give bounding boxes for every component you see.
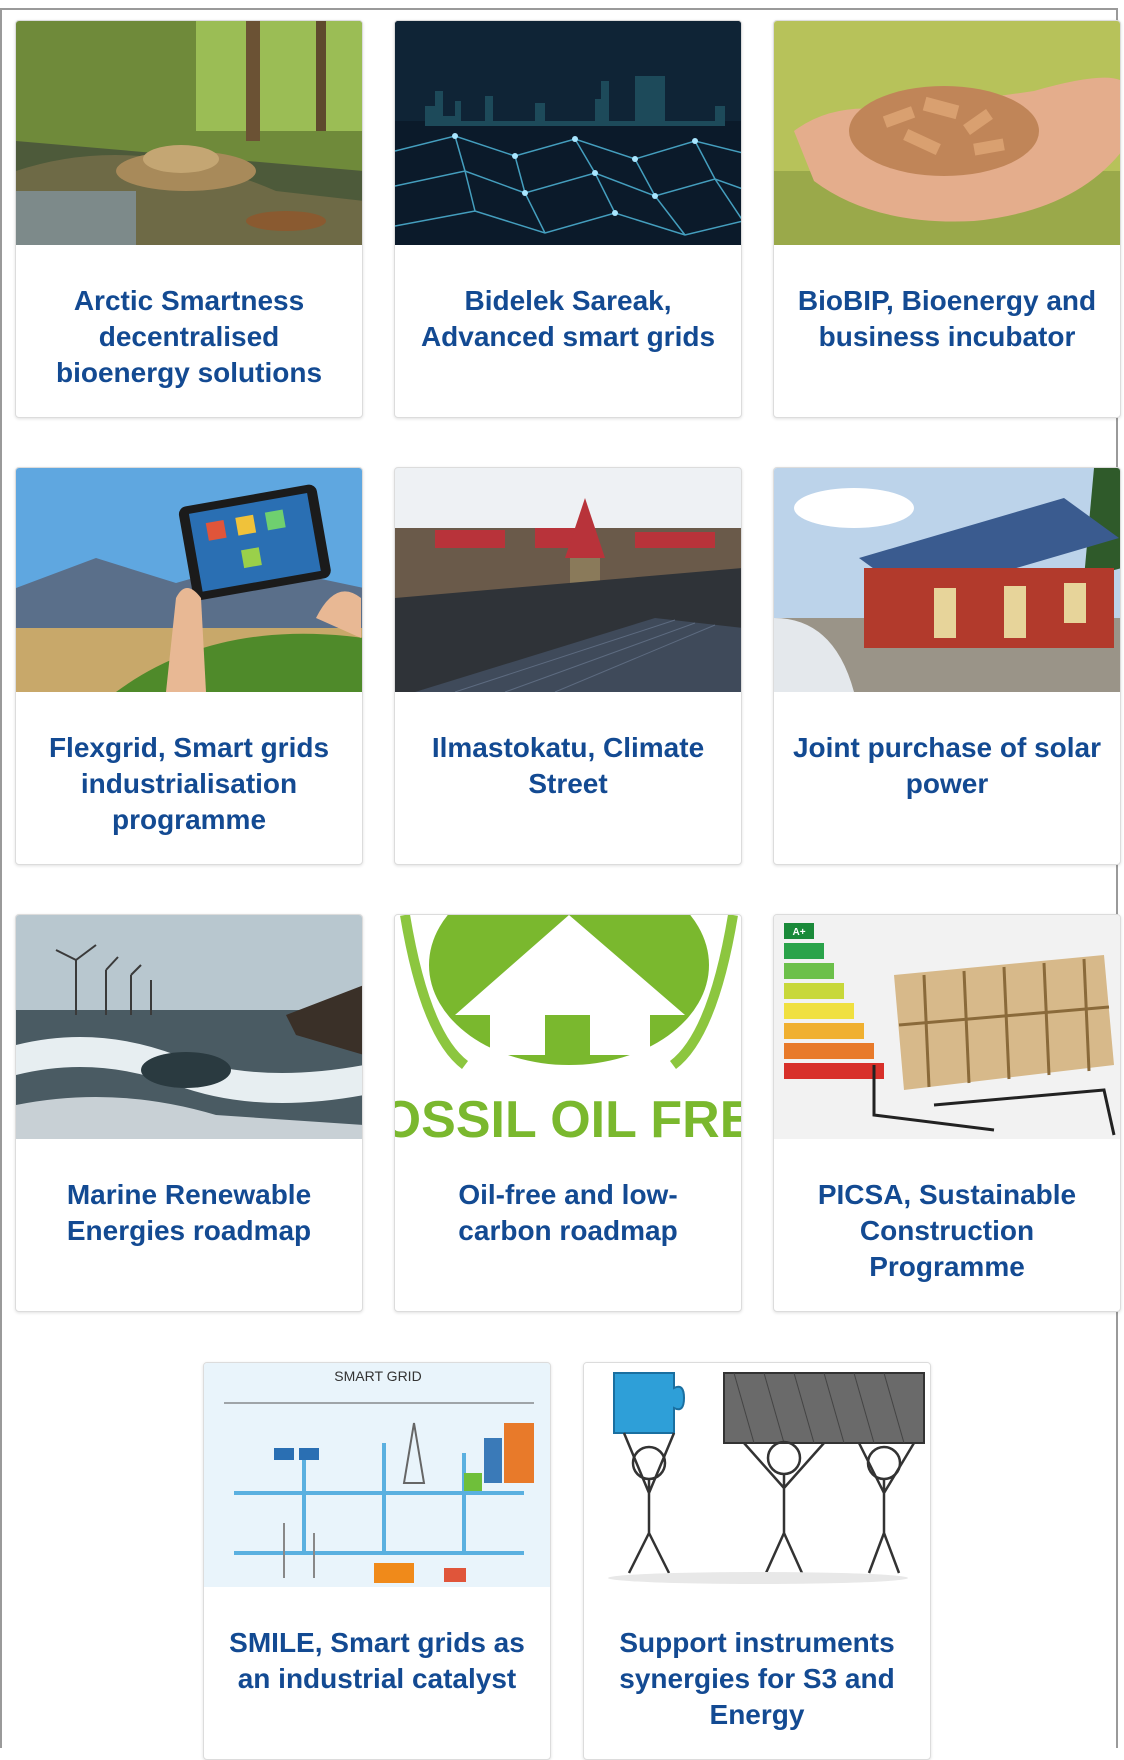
energy-rating-building-image: A+ [774, 915, 1120, 1139]
project-card[interactable]: Arctic Smartness decentralised bioenergy… [15, 20, 363, 418]
wood-pellets-forest-image [16, 21, 362, 245]
offshore-wind-waves-image [16, 915, 362, 1139]
project-card[interactable]: Ilmastokatu, Climate Street [394, 467, 742, 865]
solar-rooftop-street-image [395, 468, 741, 692]
project-title[interactable]: Oil-free and low-carbon roadmap [413, 1177, 723, 1249]
project-title[interactable]: Arctic Smartness decentralised bioenergy… [34, 283, 344, 391]
red-barn-solar-image [774, 468, 1120, 692]
puzzle-figures-image [584, 1363, 930, 1587]
project-card[interactable]: SMART GRID SMILE, Smart grids as an indu… [203, 1362, 551, 1760]
wood-chips-hands-image [774, 21, 1120, 245]
project-card[interactable]: Flexgrid, Smart grids industrialisation … [15, 467, 363, 865]
city-network-grid-image [395, 21, 741, 245]
diagram-title: SMART GRID [334, 1368, 421, 1384]
project-title[interactable]: SMILE, Smart grids as an industrial cata… [222, 1625, 532, 1697]
svg-text:A+: A+ [792, 927, 805, 938]
logo-text: FOSSIL OIL FREE [395, 1091, 742, 1139]
project-title[interactable]: Support instruments synergies for S3 and… [602, 1625, 912, 1733]
project-card[interactable]: Joint purchase of solar power [773, 467, 1121, 865]
smart-grid-diagram-image: SMART GRID [204, 1363, 550, 1587]
project-title[interactable]: Marine Renewable Energies roadmap [34, 1177, 344, 1249]
project-title[interactable]: Flexgrid, Smart grids industrialisation … [34, 730, 344, 838]
project-title[interactable]: Ilmastokatu, Climate Street [413, 730, 723, 802]
tablet-landscape-image [16, 468, 362, 692]
project-title[interactable]: BioBIP, Bioenergy and business incubator [792, 283, 1102, 355]
project-title[interactable]: Joint purchase of solar power [792, 730, 1102, 802]
fossil-oil-free-logo-image: FOSSIL OIL FREE [395, 915, 742, 1139]
project-card[interactable]: BioBIP, Bioenergy and business incubator [773, 20, 1121, 418]
project-card[interactable]: Support instruments synergies for S3 and… [583, 1362, 931, 1760]
project-title[interactable]: PICSA, Sustainable Construction Programm… [792, 1177, 1102, 1285]
project-card[interactable]: Bidelek Sareak, Advanced smart grids [394, 20, 742, 418]
project-title[interactable]: Bidelek Sareak, Advanced smart grids [413, 283, 723, 355]
project-card[interactable]: Marine Renewable Energies roadmap [15, 914, 363, 1312]
project-card[interactable]: A+ PICSA, Sustainable Construction Progr… [773, 914, 1121, 1312]
project-card[interactable]: FOSSIL OIL FREE Oil-free and low-carbon … [394, 914, 742, 1312]
